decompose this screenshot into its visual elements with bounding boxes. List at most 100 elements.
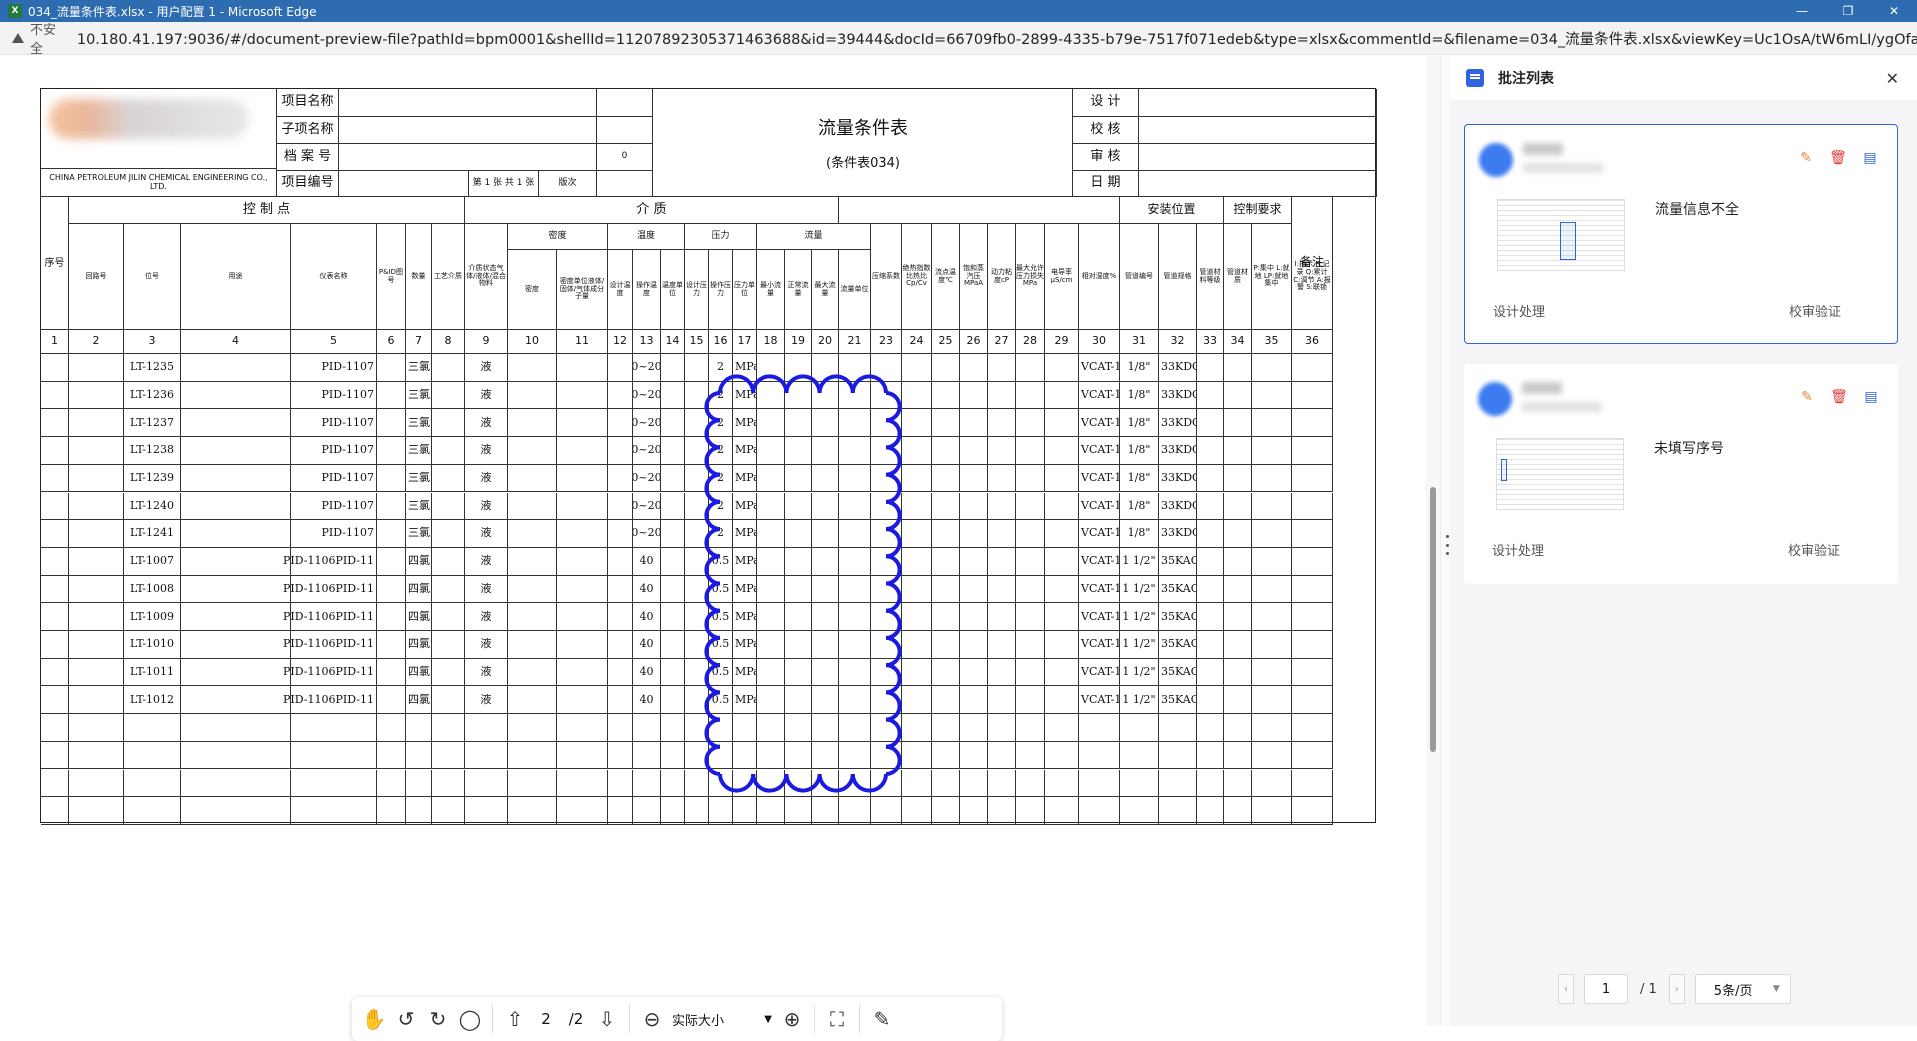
col-number: 19 xyxy=(785,330,812,354)
table-cell-value: 0~20 xyxy=(633,464,661,493)
review-verify-button[interactable]: 校审验证 xyxy=(1788,540,1840,559)
table-cell xyxy=(1224,686,1252,715)
table-cell xyxy=(597,171,653,197)
col-number: 4 xyxy=(181,330,291,354)
table-cell-value: PID-1106PID-11 xyxy=(283,686,377,715)
col-header: 密度 xyxy=(508,250,557,330)
table-cell xyxy=(1292,714,1333,742)
table-cell xyxy=(988,520,1016,548)
table-cell xyxy=(960,658,988,687)
rotate-right-icon[interactable]: ↻ xyxy=(422,1003,454,1035)
address-bar[interactable]: 不安全 10.180.41.197:9036/#/document-previe… xyxy=(0,19,1917,57)
page-current-input[interactable]: 2 xyxy=(531,1005,561,1033)
col-header: 管道材料等级 xyxy=(1197,224,1224,330)
table-cell xyxy=(432,437,465,465)
url-text[interactable]: 10.180.41.197:9036/#/document-preview-fi… xyxy=(77,28,1917,49)
table-cell xyxy=(960,714,988,742)
pagination-page-input[interactable]: 1 xyxy=(1584,974,1628,1004)
table-cell xyxy=(812,381,839,410)
detail-icon[interactable]: ▤ xyxy=(1862,388,1880,406)
thumbnail-cloud-mark xyxy=(1501,459,1507,481)
page-size-value: 5条/页 xyxy=(1713,983,1753,999)
table-cell xyxy=(661,381,685,410)
table-cell-value: 液 xyxy=(465,520,508,548)
table-cell xyxy=(1079,769,1120,798)
minimize-button[interactable]: — xyxy=(1779,0,1825,22)
page-size-select[interactable]: 5条/页 ▼ xyxy=(1694,974,1791,1004)
next-page-button[interactable]: › xyxy=(1668,974,1685,1004)
zoom-in-icon[interactable]: ⊕ xyxy=(776,1003,808,1035)
col-number: 32 xyxy=(1159,330,1197,354)
comment-card[interactable]: ✎ 🗑 ▤ 流量信息不全 设计处理 校审验证 xyxy=(1464,124,1898,344)
sign-label: 校 核 xyxy=(1073,117,1139,144)
comment-thumbnail[interactable] xyxy=(1496,438,1624,510)
table-cell-value: 0~20 xyxy=(633,520,661,548)
table-cell xyxy=(757,658,785,687)
table-cell-value: 四氯氢 xyxy=(406,631,432,659)
comment-card[interactable]: ✎ 🗑 ▤ 未填写序号 设计处理 校审验证 xyxy=(1464,364,1898,584)
comment-thumbnail[interactable] xyxy=(1497,199,1625,271)
table-cell-value: 33KDOW xyxy=(1159,437,1197,465)
splitter-handle-icon[interactable] xyxy=(1445,535,1449,555)
table-cell-value: MPaG xyxy=(733,381,757,410)
table-cell xyxy=(902,492,932,521)
security-warning[interactable]: 不安全 xyxy=(12,19,61,57)
table-cell xyxy=(1252,492,1292,521)
close-window-button[interactable]: ✕ xyxy=(1871,0,1917,22)
table-cell xyxy=(839,631,871,659)
comment-panel-header: 批注列表 ✕ xyxy=(1450,56,1917,100)
col-group-ctrl-req: 控制要求 xyxy=(1224,197,1292,224)
page-down-icon[interactable]: ⇩ xyxy=(591,1003,623,1035)
zoom-select[interactable]: 实际大小 ▼ xyxy=(668,1005,776,1033)
table-cell-tag: LT-1241 xyxy=(124,520,181,548)
detail-icon[interactable]: ▤ xyxy=(1861,149,1879,167)
table-cell xyxy=(508,741,557,770)
table-cell xyxy=(377,520,406,548)
viewer-scrollbar-thumb[interactable] xyxy=(1430,487,1436,752)
col-header: 密度单位液体/固体/气体成分子量 xyxy=(557,250,608,330)
review-verify-button[interactable]: 校审验证 xyxy=(1789,301,1841,320)
annotation-edit-icon[interactable]: ✎ xyxy=(866,1003,898,1035)
table-cell-value: 1/8" xyxy=(1120,381,1159,410)
table-cell xyxy=(661,797,685,825)
table-cell xyxy=(785,464,812,493)
trash-icon[interactable]: 🗑 xyxy=(1829,149,1847,167)
design-process-button[interactable]: 设计处理 xyxy=(1493,301,1545,320)
prev-page-button[interactable]: ‹ xyxy=(1558,974,1574,1004)
table-cell xyxy=(932,575,960,604)
table-cell xyxy=(1120,797,1159,825)
table-cell xyxy=(608,464,633,493)
close-icon[interactable]: ✕ xyxy=(1886,69,1899,88)
pan-hand-icon[interactable]: ✋ xyxy=(358,1003,390,1035)
table-cell xyxy=(181,741,291,770)
zoom-out-icon[interactable]: ⊖ xyxy=(636,1003,668,1035)
table-cell-value: 四氯氢 xyxy=(406,547,432,576)
table-cell xyxy=(1016,658,1045,687)
trash-icon[interactable]: 🗑 xyxy=(1830,388,1848,406)
edit-icon[interactable]: ✎ xyxy=(1797,149,1815,167)
edit-icon[interactable]: ✎ xyxy=(1798,388,1816,406)
table-cell-value: VCAT-1131 xyxy=(1079,658,1120,687)
table-cell xyxy=(661,492,685,521)
table-cell xyxy=(1016,464,1045,493)
table-cell xyxy=(432,603,465,631)
comment-bubble-icon[interactable]: ◯ xyxy=(454,1003,486,1035)
table-cell xyxy=(871,631,902,659)
rotate-left-icon[interactable]: ↺ xyxy=(390,1003,422,1035)
table-cell xyxy=(181,520,291,548)
page-up-icon[interactable]: ⇧ xyxy=(499,1003,531,1035)
table-cell xyxy=(661,686,685,715)
table-cell xyxy=(1292,575,1333,604)
table-cell xyxy=(932,381,960,410)
table-cell xyxy=(785,492,812,521)
table-cell xyxy=(1252,769,1292,798)
table-cell xyxy=(1016,520,1045,548)
fit-screen-icon[interactable]: ⛶ xyxy=(821,1003,853,1035)
maximize-button[interactable]: ❐ xyxy=(1825,0,1871,22)
table-cell xyxy=(41,714,69,742)
table-cell xyxy=(69,464,124,493)
col-header: P:集中 L:就地 LP:就地集中 xyxy=(1252,224,1292,330)
table-cell xyxy=(733,797,757,825)
col-number: 26 xyxy=(960,330,988,354)
design-process-button[interactable]: 设计处理 xyxy=(1492,540,1544,559)
